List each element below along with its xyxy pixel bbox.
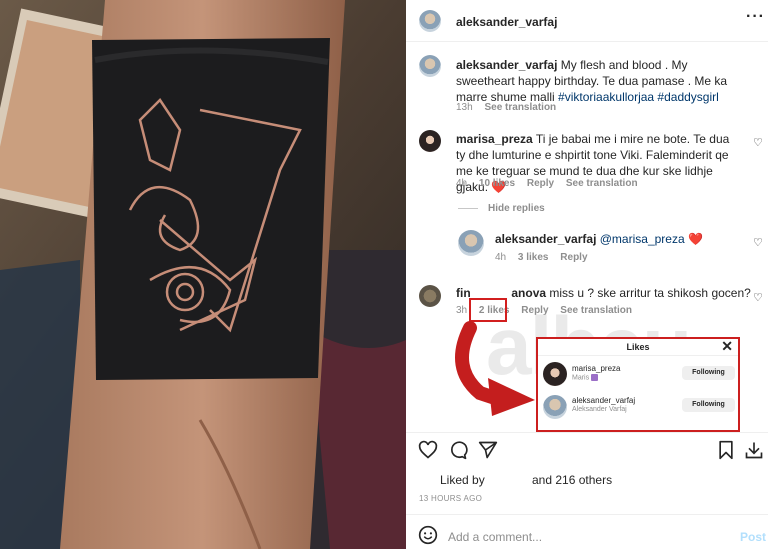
following-button[interactable]: Following xyxy=(682,366,735,380)
comment-translate[interactable]: See translation xyxy=(566,178,638,189)
comment3-time: 3h xyxy=(456,305,468,316)
likes-modal: Likes ✕ marisa_preza Maris Following ale… xyxy=(536,337,740,432)
hide-replies-button[interactable]: Hide replies xyxy=(488,203,545,214)
post-timestamp: 13 HOURS AGO xyxy=(419,494,483,503)
following-button[interactable]: Following xyxy=(682,398,735,412)
reply-reply[interactable]: Reply xyxy=(560,252,587,263)
emoji-icon[interactable] xyxy=(418,525,438,545)
caption-time: 13h xyxy=(456,102,473,113)
tattoo-image xyxy=(0,0,406,549)
likes-avatar-marisa[interactable] xyxy=(543,362,567,386)
reply-mention[interactable]: @marisa_preza xyxy=(600,232,685,246)
reply-username[interactable]: aleksander_varfaj xyxy=(495,232,596,246)
post-photo xyxy=(0,0,406,549)
header-username[interactable]: aleksander_varfaj xyxy=(456,14,557,30)
reply-meta: 4h 3 likes Reply xyxy=(495,252,588,263)
comment-avatar-marisa[interactable] xyxy=(419,130,441,152)
likes-user-username[interactable]: aleksander_varfaj xyxy=(572,396,635,405)
comment-time: 4h xyxy=(456,178,468,189)
caption-translate-link[interactable]: See translation xyxy=(484,102,556,113)
share-icon[interactable] xyxy=(478,440,498,460)
comment3-username-b[interactable]: anova xyxy=(511,286,546,300)
badge-icon xyxy=(591,374,599,381)
comment-reply[interactable]: Reply xyxy=(527,178,554,189)
add-comment-input[interactable]: Add a comment... xyxy=(448,529,542,545)
actions-divider xyxy=(406,432,768,433)
reply-time: 4h xyxy=(495,252,507,263)
header-divider xyxy=(406,41,768,42)
likes-modal-divider xyxy=(538,355,738,356)
header-avatar[interactable] xyxy=(419,10,441,32)
reply-text-block: aleksander_varfaj @marisa_preza ❤️ xyxy=(495,231,703,247)
close-icon[interactable]: ✕ xyxy=(721,338,733,355)
caption-username[interactable]: aleksander_varfaj xyxy=(456,58,557,72)
likes-avatar-aleksander[interactable] xyxy=(543,395,567,419)
heart-icon[interactable] xyxy=(418,440,438,460)
bookmark-icon[interactable] xyxy=(716,440,736,460)
caption-meta: 13h See translation xyxy=(456,102,556,113)
heart-emoji: ❤️ xyxy=(687,232,703,246)
likes-user-username[interactable]: marisa_preza xyxy=(572,364,620,373)
likes-user-name: Maris xyxy=(572,374,599,382)
caption-hashtags[interactable]: #viktoriaakullorjaa #daddysgirl xyxy=(558,90,719,104)
reply-likes[interactable]: 3 likes xyxy=(518,252,549,263)
comment-icon[interactable] xyxy=(448,440,468,460)
red-arrow xyxy=(455,321,535,416)
comment3-text: miss u ? ske arritur ta shikosh gocen? xyxy=(549,286,751,300)
reply-like-icon[interactable]: ♡ xyxy=(753,236,763,249)
comment-like-icon[interactable]: ♡ xyxy=(753,136,763,149)
ellipsis-icon[interactable]: ··· xyxy=(746,8,765,26)
caption-text-block: aleksander_varfaj My flesh and blood . M… xyxy=(456,57,741,105)
hide-replies-line xyxy=(458,208,478,209)
comment3-like-icon[interactable]: ♡ xyxy=(753,291,763,304)
reply-avatar[interactable] xyxy=(458,230,484,256)
comment-username[interactable]: marisa_preza xyxy=(456,132,533,146)
liked-by-prefix: Liked by xyxy=(440,473,485,487)
comment-divider xyxy=(406,514,768,515)
likes-user-name-text: Maris xyxy=(572,374,590,382)
likes-modal-title: Likes xyxy=(626,342,650,352)
liked-by-others[interactable]: and 216 others xyxy=(532,472,612,488)
likes-user-name: Aleksander Varfaj xyxy=(572,406,627,413)
download-icon[interactable] xyxy=(744,440,764,460)
comment-meta: 4h 10 likes Reply See translation xyxy=(456,178,638,189)
comment-likes[interactable]: 10 likes xyxy=(479,178,515,189)
post-button[interactable]: Post xyxy=(740,529,766,545)
comment-avatar-fin[interactable] xyxy=(419,285,441,307)
caption-avatar[interactable] xyxy=(419,55,441,77)
